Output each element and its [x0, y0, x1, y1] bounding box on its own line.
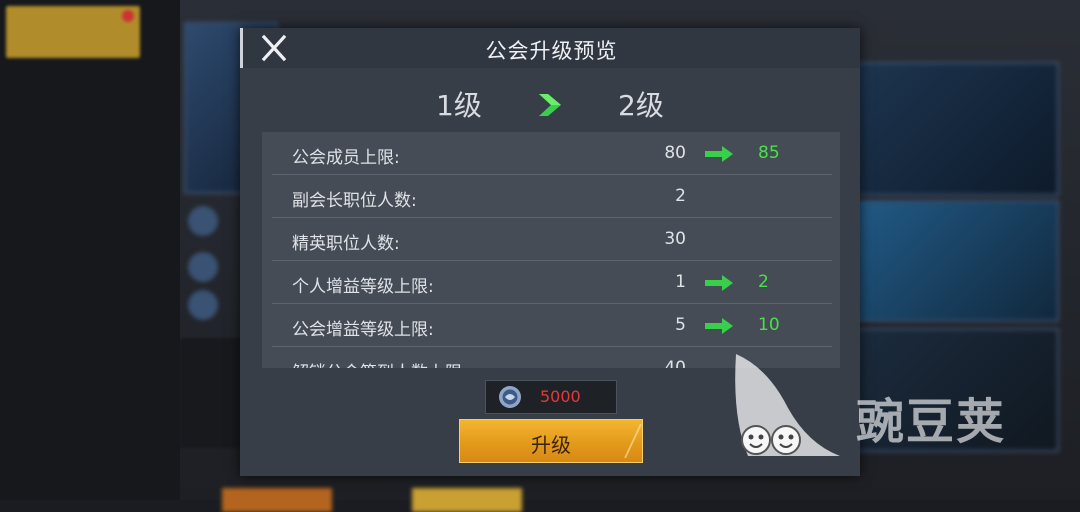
- stat-label: 公会增益等级上限:: [292, 320, 434, 340]
- arrow-right-icon: [704, 318, 734, 334]
- wandoujia-logo-icon: [728, 348, 848, 466]
- background-icon: [188, 290, 218, 320]
- upgrade-button[interactable]: 升级: [459, 419, 643, 463]
- table-row: 副会长职位人数: 2: [272, 175, 832, 218]
- stat-next: 85: [758, 143, 780, 163]
- upgrade-cost: 5000: [485, 380, 617, 414]
- background-card: [855, 62, 1059, 196]
- stat-current: 40: [664, 358, 686, 368]
- stat-label: 解锁公会签到人数上限:: [292, 358, 468, 368]
- stat-label: 公会成员上限:: [292, 148, 400, 168]
- stat-current: 5: [675, 315, 686, 335]
- table-row: 精英职位人数: 30: [272, 218, 832, 261]
- stat-current: 2: [675, 186, 686, 206]
- level-change: 1级 2级: [240, 82, 860, 126]
- stat-next: 2: [758, 272, 769, 292]
- background-icon: [188, 252, 218, 282]
- watermark-text: 豌豆荚: [856, 394, 1007, 450]
- table-row: 个人增益等级上限: 1 2: [272, 261, 832, 304]
- background-icon: [188, 206, 218, 236]
- table-row: 公会成员上限: 80 85: [272, 132, 832, 175]
- stat-current: 1: [675, 272, 686, 292]
- dialog-header: 公会升级预览: [240, 28, 860, 68]
- stat-current: 30: [664, 229, 686, 249]
- background-top-tab: [6, 6, 140, 58]
- stat-label: 个人增益等级上限:: [292, 277, 434, 297]
- background-sidebar: [0, 0, 180, 500]
- background-button: [222, 488, 332, 512]
- stat-next: 10: [758, 315, 780, 335]
- stat-label: 精英职位人数:: [292, 234, 400, 254]
- upgrade-stats-table[interactable]: 公会成员上限: 80 85 副会长职位人数: 2 精英职位人数: 30 个人增益…: [262, 132, 840, 368]
- upgrade-button-label: 升级: [531, 433, 571, 457]
- background-card: [855, 200, 1059, 322]
- dialog-title: 公会升级预览: [485, 39, 618, 63]
- table-row: 公会增益等级上限: 5 10: [272, 304, 832, 347]
- current-level: 1级: [436, 89, 482, 122]
- chevron-right-icon: [536, 92, 564, 118]
- coin-icon: [498, 385, 522, 409]
- background-button: [412, 488, 522, 512]
- stat-label: 副会长职位人数:: [292, 191, 417, 211]
- stat-current: 80: [664, 143, 686, 163]
- cost-value: 5000: [540, 387, 581, 406]
- arrow-right-icon: [704, 146, 734, 162]
- arrow-right-icon: [704, 275, 734, 291]
- background-panel: [180, 338, 240, 448]
- next-level: 2级: [618, 89, 664, 122]
